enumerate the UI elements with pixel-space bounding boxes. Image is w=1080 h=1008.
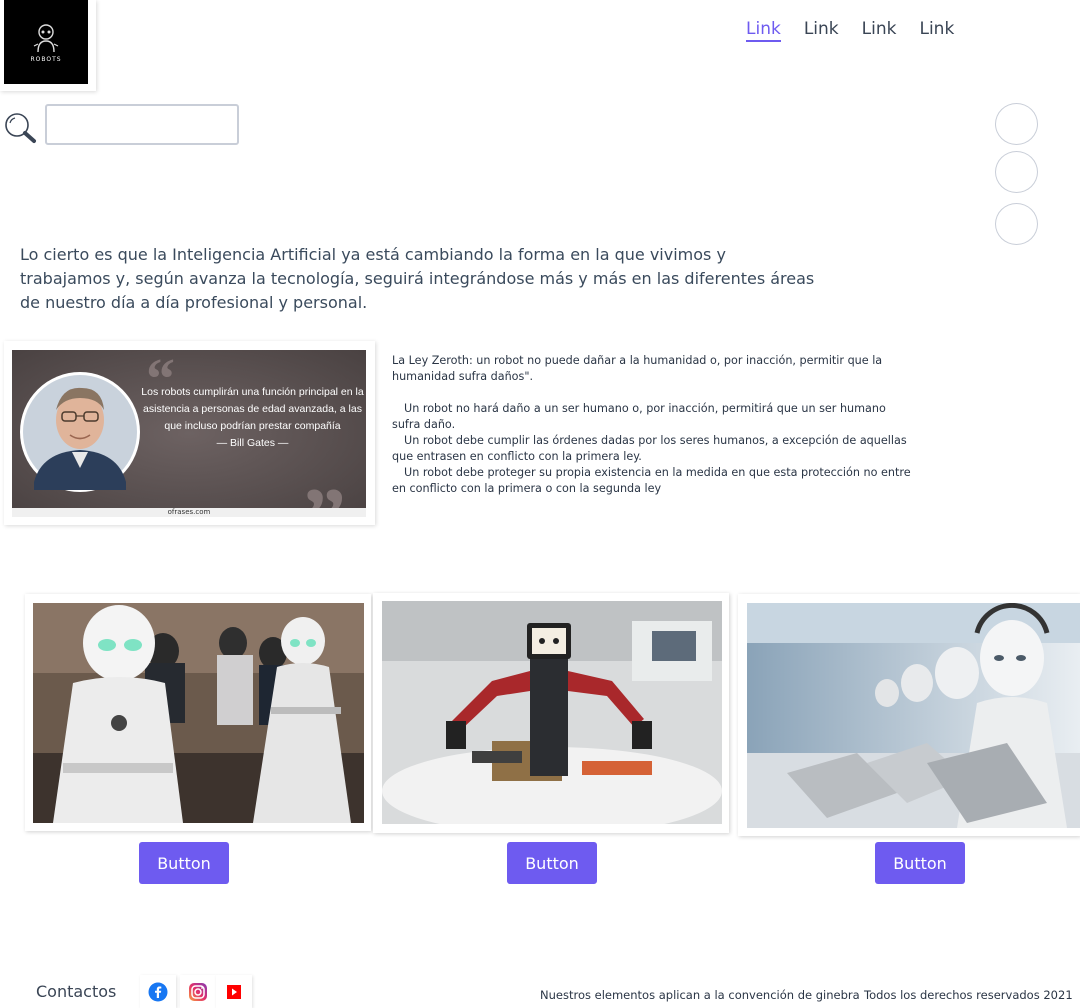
quote-card: “ ” Los robots cumplirán una función pri… <box>4 341 375 525</box>
facebook-icon <box>148 982 168 1001</box>
industrial-robot-image <box>382 601 722 824</box>
search-icon[interactable] <box>4 112 38 144</box>
instagram-link[interactable] <box>180 975 216 1008</box>
law-first: Un robot no hará daño a un ser humano o,… <box>392 402 886 431</box>
intro-paragraph: Lo cierto es que la Inteligencia Artific… <box>20 245 815 312</box>
instagram-icon <box>189 982 207 1001</box>
circle-button-1[interactable] <box>995 103 1038 145</box>
quote-site-label: ofrases.com <box>12 508 366 517</box>
gallery-button-1[interactable]: Button <box>139 842 229 884</box>
nav-link-3[interactable]: Link <box>862 18 897 42</box>
robot-laws-text: La Ley Zeroth: un robot no puede dañar a… <box>392 353 917 497</box>
humanoid-laptop-robots-image <box>747 603 1080 828</box>
nav-link-4[interactable]: Link <box>919 18 954 42</box>
main-nav: Link Link Link Link <box>746 18 954 42</box>
law-second: Un robot debe cumplir las órdenes dadas … <box>392 434 907 463</box>
footer-geneva-note: Nuestros elementos aplican a la convenci… <box>540 988 860 1002</box>
youtube-icon <box>227 984 241 999</box>
footer-rights-note: Todos los derechos reservados 2021 <box>864 988 1073 1002</box>
quote-author: — Bill Gates — <box>216 437 289 449</box>
circle-button-3[interactable] <box>995 203 1038 245</box>
gallery-card-1 <box>25 594 371 831</box>
youtube-link[interactable] <box>216 975 252 1008</box>
facebook-link[interactable] <box>140 975 176 1008</box>
logo-text: ROBOTS <box>30 55 62 63</box>
gallery-button-2[interactable]: Button <box>507 842 597 884</box>
gallery-button-3[interactable]: Button <box>875 842 965 884</box>
gallery-card-2 <box>373 593 729 833</box>
nav-link-2[interactable]: Link <box>804 18 839 42</box>
waiter-robots-image <box>33 603 364 823</box>
footer-contacts-title: Contactos <box>36 982 117 1001</box>
quote-text: Los robots cumplirán una función princip… <box>141 386 364 432</box>
gallery-card-3 <box>738 594 1080 836</box>
law-third: Un robot debe proteger su propia existen… <box>392 466 911 495</box>
industrial-robot-illustration <box>382 601 722 824</box>
waiter-robots-illustration <box>33 603 364 823</box>
bill-gates-quote-image: “ ” Los robots cumplirán una función pri… <box>12 350 366 517</box>
search-input[interactable] <box>45 104 239 145</box>
logo-container: ROBOTS <box>0 0 96 91</box>
humanoid-laptop-robots-illustration <box>747 603 1080 828</box>
law-zeroth: La Ley Zeroth: un robot no puede dañar a… <box>392 354 883 383</box>
quote-text-block: Los robots cumplirán una función princip… <box>140 384 365 452</box>
robot-head-icon <box>33 23 59 52</box>
robot-logo[interactable]: ROBOTS <box>4 0 88 84</box>
circle-button-2[interactable] <box>995 151 1038 193</box>
nav-link-1[interactable]: Link <box>746 18 781 42</box>
